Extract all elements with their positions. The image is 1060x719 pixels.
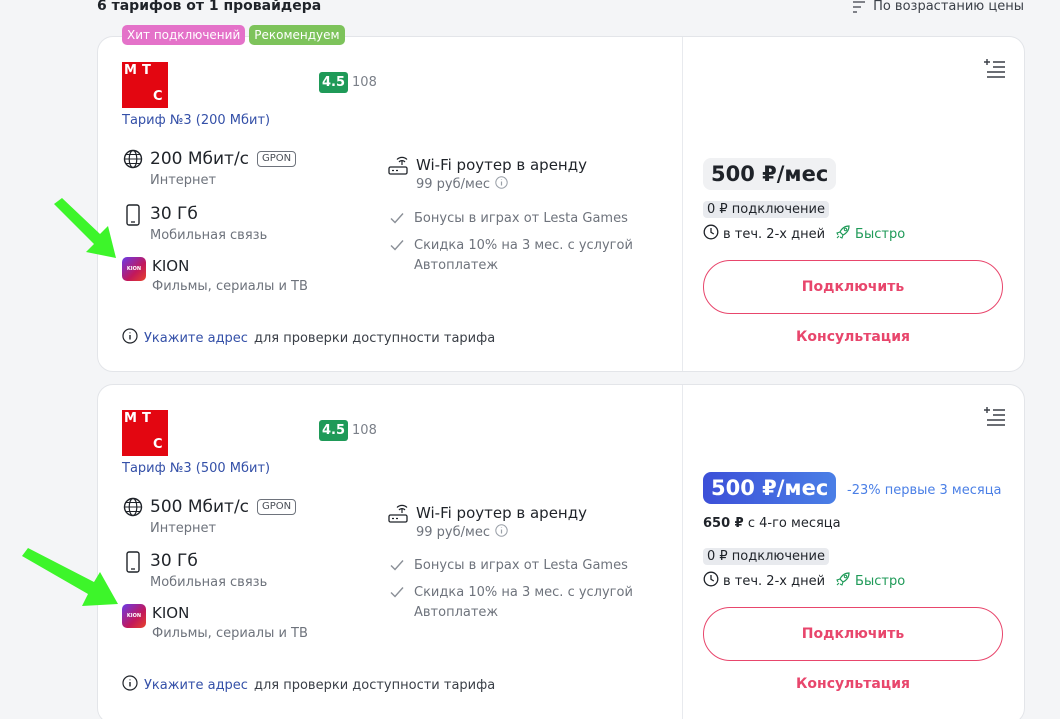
connect-time: в теч. 2-х дней Быстро	[703, 224, 905, 244]
regular-price-text: с 4-го месяца	[747, 516, 841, 531]
sort-label: По возрастанию цены	[873, 0, 1024, 14]
tv-label: Фильмы, сериалы и ТВ	[152, 279, 308, 294]
rocket-icon	[835, 224, 851, 244]
regular-price: 650 ₽ с 4-го месяца	[703, 516, 841, 531]
address-check: Укажите адрес для проверки доступности т…	[122, 328, 495, 348]
rating-score: 4.5	[319, 72, 349, 93]
connect-time-text: в теч. 2-х дней	[723, 573, 826, 589]
tariff-card: Хит подключений Рекомендуем М Т С 4.5 10…	[97, 25, 1025, 372]
check-icon	[388, 209, 406, 231]
consult-button[interactable]: Консультация	[703, 676, 1003, 692]
feature-bonus-games: Бонусы в играх от Lesta Games	[388, 556, 628, 578]
address-text: для проверки доступности тарифа	[253, 330, 496, 346]
feature-mobile: 30 Гб Мобильная связь	[122, 551, 267, 590]
annotation-arrow-icon	[22, 548, 118, 606]
address-link[interactable]: Укажите адрес	[144, 678, 248, 693]
results-count: 6 тарифов от 1 провайдера	[97, 0, 322, 14]
info-icon[interactable]	[495, 524, 508, 541]
clock-icon	[703, 571, 719, 591]
bonus-discount-line1: Скидка 10% на 3 мес. с услугой	[414, 585, 633, 600]
provider-rating[interactable]: 4.5 108	[319, 72, 377, 93]
router-title: Wi-Fi роутер в аренду	[416, 504, 587, 522]
clock-icon	[703, 224, 719, 244]
mobile-data: 30 Гб	[150, 204, 198, 224]
internet-label: Интернет	[150, 173, 217, 188]
internet-speed: 500 Мбит/с	[150, 497, 250, 517]
feature-internet: 200 Мбит/с GPON Интернет	[122, 149, 297, 188]
review-count: 108	[352, 423, 377, 438]
rocket-icon	[835, 571, 851, 591]
router-price: 99 руб/мес	[416, 525, 490, 540]
promo-price-label: 500 ₽/мес	[703, 472, 837, 504]
router-icon	[388, 504, 408, 541]
tariff-name-link[interactable]: Тариф №3 (200 Мбит)	[122, 113, 270, 128]
feature-mobile: 30 Гб Мобильная связь	[122, 204, 267, 243]
feature-tv: KION KION Фильмы, сериалы и ТВ	[122, 604, 308, 641]
bonus-games-text: Бонусы в играх от Lesta Games	[414, 211, 628, 226]
consult-button[interactable]: Консультация	[703, 329, 1003, 345]
mobile-label: Мобильная связь	[150, 575, 268, 590]
info-icon	[122, 328, 138, 348]
mobile-label: Мобильная связь	[150, 228, 268, 243]
info-icon[interactable]	[495, 176, 508, 193]
bonus-games-text: Бонусы в играх от Lesta Games	[414, 558, 628, 573]
compare-add-icon[interactable]	[984, 405, 1006, 431]
address-check: Укажите адрес для проверки доступности т…	[122, 675, 495, 695]
kion-logo-icon: KION	[122, 604, 146, 628]
tv-label: Фильмы, сериалы и ТВ	[152, 626, 308, 641]
sort-icon	[851, 0, 867, 13]
mts-logo[interactable]: М Т С	[122, 410, 168, 456]
bonus-discount-line1: Скидка 10% на 3 мес. с услугой	[414, 238, 633, 253]
mts-logo[interactable]: М Т С	[122, 62, 168, 108]
sort-dropdown[interactable]: По возрастанию цены	[851, 0, 1024, 14]
feature-tv: KION KION Фильмы, сериалы и ТВ	[122, 257, 308, 294]
review-count: 108	[352, 75, 377, 90]
tv-service: KION	[152, 604, 190, 622]
feature-bonus-discount: Скидка 10% на 3 мес. с услугой Автоплатеж	[388, 236, 633, 276]
bonus-discount-line2: Автоплатеж	[414, 605, 499, 620]
router-title: Wi-Fi роутер в аренду	[416, 156, 587, 174]
connect-time: в теч. 2-х дней Быстро	[703, 571, 905, 591]
internet-speed: 200 Мбит/с	[150, 149, 250, 169]
globe-icon	[122, 149, 144, 171]
internet-label: Интернет	[150, 521, 217, 536]
compare-add-icon[interactable]	[984, 57, 1006, 83]
feature-router: Wi-Fi роутер в аренду 99 руб/мес	[388, 504, 587, 541]
connect-button[interactable]: Подключить	[703, 607, 1003, 661]
regular-price-value: 650 ₽	[703, 516, 744, 531]
connect-button[interactable]: Подключить	[703, 260, 1003, 314]
globe-icon	[122, 497, 144, 519]
connection-fee: 0 ₽ подключение	[703, 548, 829, 565]
phone-icon	[122, 551, 144, 573]
feature-internet: 500 Мбит/с GPON Интернет	[122, 497, 297, 536]
rating-score: 4.5	[319, 420, 349, 441]
check-icon	[388, 556, 406, 578]
price-label: 500 ₽/мес	[703, 158, 837, 190]
check-icon	[388, 583, 406, 623]
fast-label: Быстро	[855, 573, 906, 589]
feature-bonus-games: Бонусы в играх от Lesta Games	[388, 209, 628, 231]
tariff-name-link[interactable]: Тариф №3 (500 Мбит)	[122, 461, 270, 476]
address-text: для проверки доступности тарифа	[253, 677, 496, 693]
connect-time-text: в теч. 2-х дней	[723, 226, 826, 242]
tariff-card: М Т С 4.5 108 Тариф №3 (500 Мбит) 500 Мб…	[97, 384, 1025, 719]
feature-router: Wi-Fi роутер в аренду 99 руб/мес	[388, 156, 587, 193]
address-link[interactable]: Укажите адрес	[144, 331, 248, 346]
check-icon	[388, 236, 406, 276]
gpon-tag: GPON	[257, 151, 297, 167]
mobile-data: 30 Гб	[150, 551, 198, 571]
feature-bonus-discount: Скидка 10% на 3 мес. с услугой Автоплатеж	[388, 583, 633, 623]
router-icon	[388, 156, 408, 193]
bonus-discount-line2: Автоплатеж	[414, 258, 499, 273]
info-icon	[122, 675, 138, 695]
gpon-tag: GPON	[257, 499, 297, 515]
fast-label: Быстро	[855, 226, 906, 242]
router-price: 99 руб/мес	[416, 177, 490, 192]
annotation-arrow-icon	[54, 198, 116, 258]
discount-text: -23% первые 3 месяца	[847, 483, 1002, 498]
provider-rating[interactable]: 4.5 108	[319, 420, 377, 441]
connection-fee: 0 ₽ подключение	[703, 201, 829, 218]
tv-service: KION	[152, 257, 190, 275]
